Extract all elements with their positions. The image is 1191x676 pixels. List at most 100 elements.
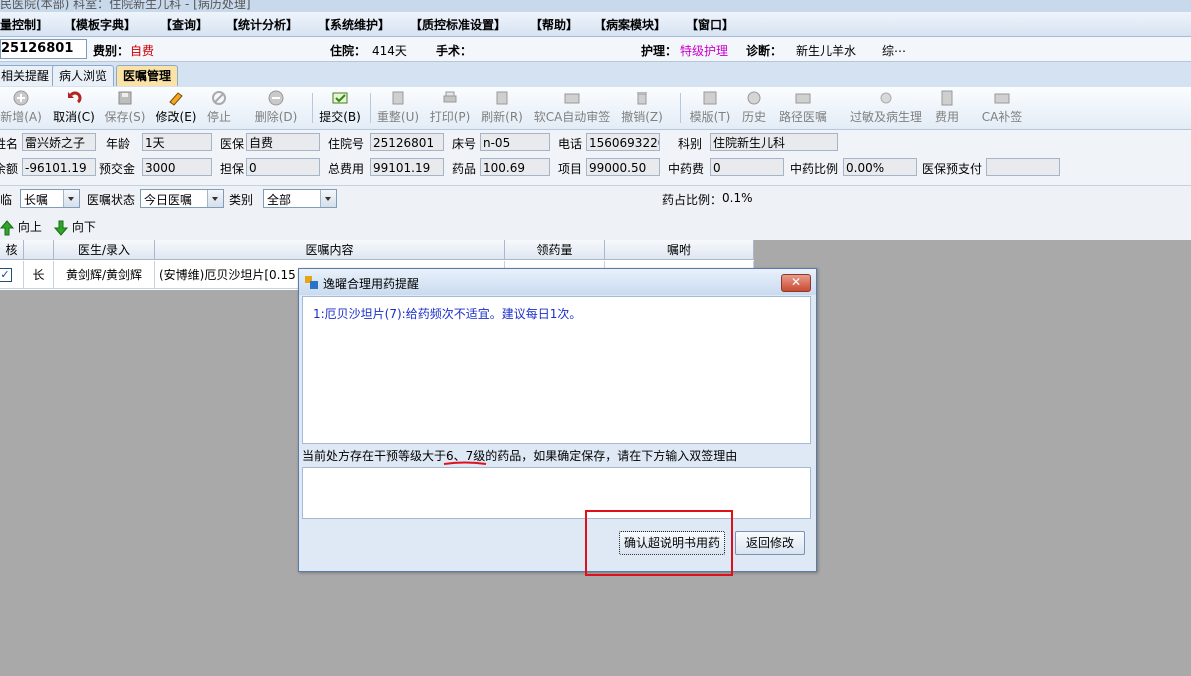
print-button[interactable]: 打印(P) bbox=[429, 90, 471, 125]
reorganize-button[interactable]: 重整(U) bbox=[376, 90, 420, 125]
order-type-select[interactable]: 长嘱 bbox=[20, 189, 80, 208]
item-fee-label: 项目 bbox=[558, 162, 583, 176]
deposit-field: 3000 bbox=[142, 158, 212, 176]
temp-label: 临 bbox=[0, 193, 13, 207]
app-window-icon bbox=[305, 276, 318, 289]
toolbar: 新增(A) 取消(C) 保存(S) 修改(E) 停止 删除(D) 提交(B) 重… bbox=[0, 87, 1191, 130]
column-header-type[interactable] bbox=[24, 240, 54, 260]
close-icon: ✕ bbox=[790, 275, 802, 289]
deposit-label: 预交金 bbox=[99, 162, 136, 176]
column-header-content[interactable]: 医嘱内容 bbox=[155, 240, 505, 260]
close-button[interactable]: ✕ bbox=[781, 274, 811, 292]
patient-form: 姓名 雷兴娇之子 年龄 1天 医保 自费 住院号 25126801 床号 n-0… bbox=[0, 130, 1191, 185]
drug-fee-label: 药品 bbox=[452, 162, 477, 176]
diagnosis-value: 新生儿羊水 bbox=[796, 44, 857, 58]
arrow-down-icon bbox=[53, 220, 69, 236]
annotation-underline bbox=[443, 461, 487, 465]
menu-quality-standard[interactable]: 【质控标准设置】 bbox=[410, 16, 506, 33]
double-sign-reason-input[interactable] bbox=[302, 467, 811, 519]
name-label: 姓名 bbox=[0, 137, 19, 151]
column-header-doctor[interactable]: 医生/录入 bbox=[54, 240, 155, 260]
toolbar-separator bbox=[312, 93, 313, 123]
drug-ratio-value: 0.1% bbox=[722, 191, 753, 205]
menu-quality[interactable]: 量控制] bbox=[0, 16, 42, 33]
template-button[interactable]: 模版(T) bbox=[688, 90, 732, 125]
column-header-note[interactable]: 嘱咐 bbox=[605, 240, 754, 260]
ca-auto-sign-button[interactable]: 软CA自动审签 bbox=[532, 90, 612, 125]
column-header-dispense[interactable]: 领药量 bbox=[505, 240, 605, 260]
pathway-orders-button[interactable]: 路径医嘱 bbox=[776, 90, 830, 125]
delete-button[interactable]: 删除(D) bbox=[252, 90, 300, 125]
submit-button[interactable]: 提交(B) bbox=[318, 90, 362, 125]
history-icon bbox=[747, 91, 761, 105]
phone-field: 15606932205 bbox=[586, 133, 660, 151]
back-to-edit-button[interactable]: 返回修改 bbox=[735, 531, 805, 555]
dept-field: 住院新生儿科 bbox=[710, 133, 838, 151]
row-checkbox[interactable]: ✓ bbox=[0, 268, 12, 282]
cancel-button[interactable]: 取消(C) bbox=[52, 90, 96, 125]
move-down-button[interactable]: 向下 bbox=[53, 218, 96, 236]
tcm-fee-field: 0 bbox=[710, 158, 784, 176]
phone-label: 电话 bbox=[558, 137, 583, 151]
nav-bar: 向上 向下 bbox=[0, 212, 1191, 240]
tab-orders[interactable]: 医嘱管理 bbox=[116, 65, 179, 86]
tab-reminders[interactable]: 相关提醒 bbox=[0, 65, 57, 86]
toolbar-separator bbox=[370, 93, 371, 123]
age-label: 年龄 bbox=[106, 137, 131, 151]
save-button[interactable]: 保存(S) bbox=[104, 90, 146, 125]
tcm-fee-label: 中药费 bbox=[668, 162, 705, 176]
bed-label: 床号 bbox=[452, 137, 477, 151]
undo-icon bbox=[68, 91, 82, 104]
annotation-highlight-box bbox=[585, 510, 733, 576]
menu-system[interactable]: 【系统维护】 bbox=[318, 16, 390, 33]
item-fee-field: 99000.50 bbox=[586, 158, 660, 176]
menu-records[interactable]: 【病案模块】 bbox=[594, 16, 666, 33]
order-status-label: 医嘱状态 bbox=[87, 193, 136, 207]
add-button[interactable]: 新增(A) bbox=[0, 90, 42, 125]
balance-label: 余额 bbox=[0, 162, 19, 176]
fee-button[interactable]: 费用 bbox=[932, 90, 962, 125]
insurance-label: 医保 bbox=[220, 137, 245, 151]
stop-button[interactable]: 停止 bbox=[204, 90, 234, 125]
menu-window[interactable]: 【窗口】 bbox=[686, 16, 734, 33]
toolbar-separator bbox=[680, 93, 681, 123]
nursing-label: 护理： bbox=[641, 44, 678, 58]
revoke-icon bbox=[637, 92, 647, 105]
pathway-icon bbox=[795, 93, 811, 104]
order-status-select[interactable]: 今日医嘱 bbox=[140, 189, 224, 208]
surgery-label: 手术： bbox=[436, 44, 473, 58]
table-row[interactable]: ✓ bbox=[0, 261, 24, 289]
menu-template[interactable]: 【模板字典】 bbox=[64, 16, 136, 33]
history-button[interactable]: 历史 bbox=[738, 90, 770, 125]
menu-bar: 量控制] 【模板字典】 【查询】 【统计分析】 【系统维护】 【质控标准设置】 … bbox=[0, 12, 1191, 37]
ca-sign-icon bbox=[564, 93, 580, 104]
bed-field: n-05 bbox=[480, 133, 550, 151]
edit-button[interactable]: 修改(E) bbox=[154, 90, 198, 125]
print-icon bbox=[443, 91, 457, 103]
column-header-check[interactable]: 核 bbox=[0, 240, 24, 260]
allergy-button[interactable]: 过敏及病生理 bbox=[848, 90, 924, 125]
fee-type-label: 费别： bbox=[93, 44, 130, 58]
refresh-button[interactable]: 刷新(R) bbox=[480, 90, 524, 125]
refresh-icon bbox=[496, 91, 508, 105]
tcm-ratio-label: 中药比例 bbox=[790, 162, 839, 176]
drug-warning-dialog: 逸曜合理用药提醒 ✕ 1:厄贝沙坦片(7):给药频次不适宜。建议每日1次。 当前… bbox=[298, 268, 817, 572]
revoke-button[interactable]: 撤销(Z) bbox=[620, 90, 664, 125]
warning-message-box: 1:厄贝沙坦片(7):给药频次不适宜。建议每日1次。 bbox=[302, 296, 811, 444]
edit-icon bbox=[169, 92, 183, 106]
save-icon bbox=[118, 91, 132, 105]
ca-resign-button[interactable]: CA补签 bbox=[980, 90, 1024, 125]
menu-statistics[interactable]: 【统计分析】 bbox=[226, 16, 298, 33]
menu-query[interactable]: 【查询】 bbox=[160, 16, 208, 33]
dialog-title-bar: 逸曜合理用药提醒 ✕ bbox=[299, 269, 816, 295]
reorganize-icon bbox=[392, 91, 404, 105]
stay-label: 住院： bbox=[330, 44, 367, 58]
category-select[interactable]: 全部 bbox=[263, 189, 337, 208]
tab-patient-browse[interactable]: 病人浏览 bbox=[52, 65, 115, 86]
balance-field: -96101.19 bbox=[22, 158, 96, 176]
stop-icon bbox=[212, 91, 226, 105]
move-up-button[interactable]: 向上 bbox=[0, 218, 42, 236]
nursing-value: 特级护理 bbox=[680, 44, 729, 58]
double-sign-prompt: 当前处方存在干预等级大于6、7级的药品，如果确定保存，请在下方输入双签理由 bbox=[302, 447, 811, 465]
menu-help[interactable]: 【帮助】 bbox=[530, 16, 578, 33]
